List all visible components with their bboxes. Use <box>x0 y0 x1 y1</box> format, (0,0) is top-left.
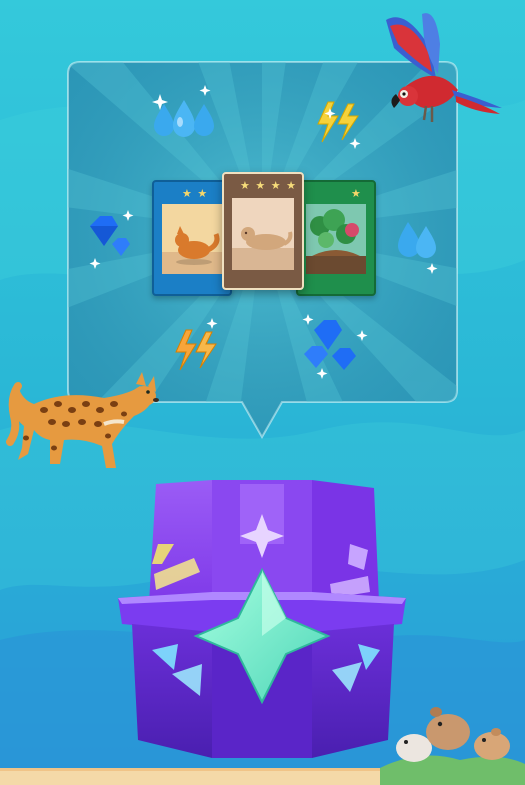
cougar-art <box>232 198 294 270</box>
parrot <box>386 13 502 122</box>
game-scene: ★ ★ ★ ★ ★ ★ ★ <box>0 0 525 785</box>
card-stars: ★ ★ <box>182 187 209 200</box>
guinea-pigs <box>380 707 525 785</box>
card-stars: ★ ★ ★ ★ <box>240 179 297 192</box>
card-plants[interactable]: ★ <box>296 180 376 296</box>
ocelot <box>6 372 159 468</box>
card-stars: ★ <box>351 187 362 200</box>
fox-art <box>162 204 222 274</box>
card-cougar[interactable]: ★ ★ ★ ★ <box>222 172 304 290</box>
purple-star-chest[interactable] <box>112 474 412 764</box>
plants-art <box>306 204 366 274</box>
card-fox[interactable]: ★ ★ <box>152 180 232 296</box>
